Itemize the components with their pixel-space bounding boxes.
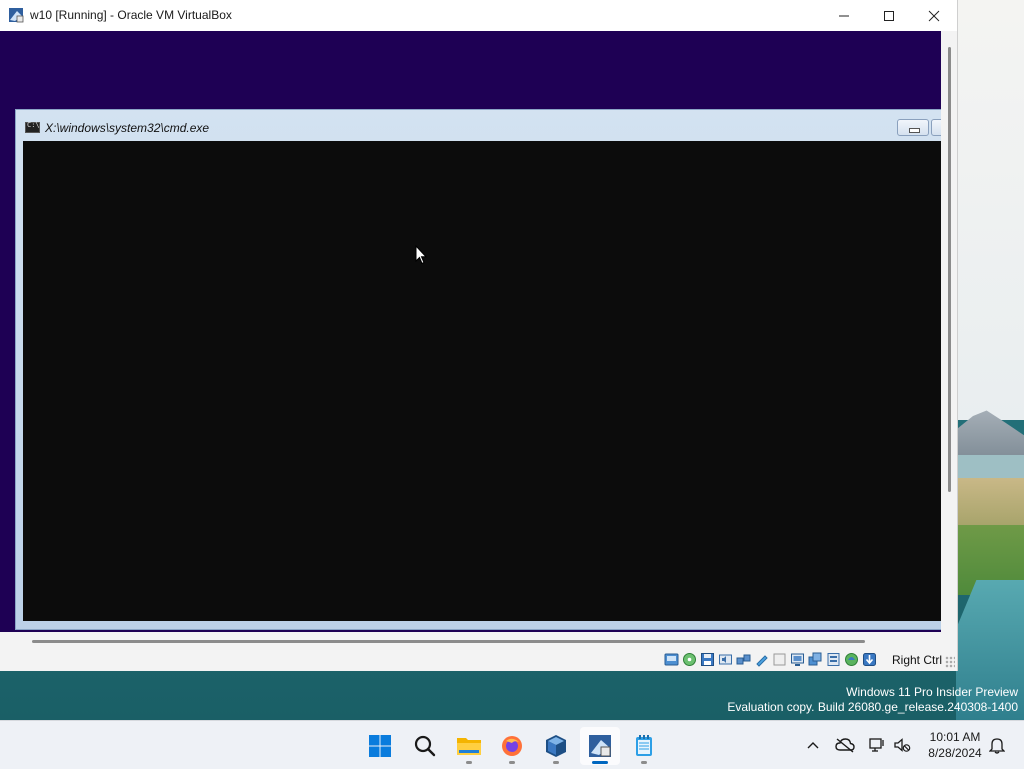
running-indicator	[466, 761, 472, 764]
hard-disk-icon[interactable]	[664, 652, 679, 667]
resize-grip[interactable]	[945, 656, 955, 668]
wallpaper-landscape	[956, 0, 1024, 720]
maximize-button[interactable]	[866, 0, 912, 31]
watermark-build: Evaluation copy. Build 26080.ge_release.…	[727, 700, 1018, 714]
bell-icon	[989, 738, 1005, 754]
cmd-minimize-button[interactable]	[897, 119, 929, 136]
running-indicator	[641, 761, 647, 764]
maximize-icon	[884, 10, 894, 21]
firefox-icon	[502, 736, 522, 756]
vm-display[interactable]: X:\windows\system32\cmd.exe	[0, 31, 941, 632]
virtualbox-button[interactable]	[536, 727, 576, 765]
host-key-label[interactable]: Right Ctrl	[892, 653, 942, 667]
running-indicator	[509, 761, 515, 764]
console-area[interactable]	[23, 141, 941, 621]
virtualbox-manager-icon	[589, 735, 611, 757]
vertical-scroll-thumb[interactable]	[948, 47, 951, 492]
device-status-icons	[664, 652, 877, 667]
cmd-window[interactable]: X:\windows\system32\cmd.exe	[15, 109, 941, 630]
virtualbox-window: w10 [Running] - Oracle VM VirtualBox X:\…	[0, 0, 958, 671]
optical-drive-icon[interactable]	[682, 652, 697, 667]
shared-folders-icon[interactable]	[772, 652, 787, 667]
virtualbox-app-icon	[8, 7, 24, 23]
minimize-button[interactable]	[821, 0, 867, 31]
window-title: w10 [Running] - Oracle VM VirtualBox	[30, 8, 232, 22]
close-button[interactable]	[911, 0, 957, 31]
watermark-edition: Windows 11 Pro Insider Preview	[846, 685, 1018, 699]
floppy-icon[interactable]	[700, 652, 715, 667]
start-icon	[369, 735, 391, 757]
cmd-app-icon	[25, 121, 40, 133]
vertical-scrollbar[interactable]	[941, 31, 957, 632]
minimize-icon	[839, 15, 849, 16]
audio-icon[interactable]	[718, 652, 733, 667]
cpu-icon[interactable]	[844, 652, 859, 667]
firefox-button[interactable]	[492, 727, 532, 765]
onedrive-tray-button[interactable]	[833, 721, 857, 769]
running-indicator	[553, 761, 559, 764]
close-icon	[928, 10, 940, 21]
volume-tray-button[interactable]	[891, 721, 913, 769]
notifications-button[interactable]	[986, 721, 1008, 769]
notepad-icon	[636, 735, 652, 756]
mouse-cursor-icon	[415, 245, 427, 265]
clock[interactable]: 10:01 AM 8/28/2024	[922, 729, 988, 761]
display-icon[interactable]	[790, 652, 805, 667]
video-capture-icon[interactable]	[808, 652, 823, 667]
show-hidden-icons-button[interactable]	[802, 721, 824, 769]
active-indicator	[592, 761, 608, 764]
horizontal-scroll-thumb[interactable]	[32, 640, 865, 643]
virtualbox-manager-button[interactable]	[580, 727, 620, 765]
chevron-up-icon	[807, 742, 819, 749]
file-explorer-icon	[457, 738, 481, 755]
cmd-maximize-button[interactable]	[931, 119, 941, 136]
network-tray-button[interactable]	[866, 721, 888, 769]
network-status-icon	[869, 738, 884, 752]
file-explorer-button[interactable]	[449, 727, 489, 765]
clock-date: 8/28/2024	[928, 746, 982, 760]
search-button[interactable]	[405, 727, 445, 765]
window-title-bar[interactable]: w10 [Running] - Oracle VM VirtualBox	[0, 0, 957, 31]
horizontal-scrollbar[interactable]	[0, 632, 941, 648]
cloud-offline-icon	[835, 738, 855, 753]
search-icon	[414, 735, 436, 757]
taskbar: 10:01 AM 8/28/2024	[0, 720, 1024, 769]
network-icon[interactable]	[736, 652, 751, 667]
recording-icon[interactable]	[826, 652, 841, 667]
keyboard-icon[interactable]	[862, 652, 877, 667]
speaker-muted-icon	[894, 738, 911, 752]
clock-time: 10:01 AM	[929, 730, 981, 744]
virtualbox-icon	[546, 735, 566, 757]
start-button[interactable]	[360, 727, 400, 765]
status-bar: Right Ctrl	[0, 648, 957, 671]
cmd-title: X:\windows\system32\cmd.exe	[45, 121, 210, 135]
evaluation-watermark: Windows 11 Pro Insider Preview Evaluatio…	[727, 685, 1018, 715]
usb-icon[interactable]	[754, 652, 769, 667]
cmd-title-bar[interactable]: X:\windows\system32\cmd.exe	[16, 110, 941, 140]
notepad-button[interactable]	[624, 727, 664, 765]
